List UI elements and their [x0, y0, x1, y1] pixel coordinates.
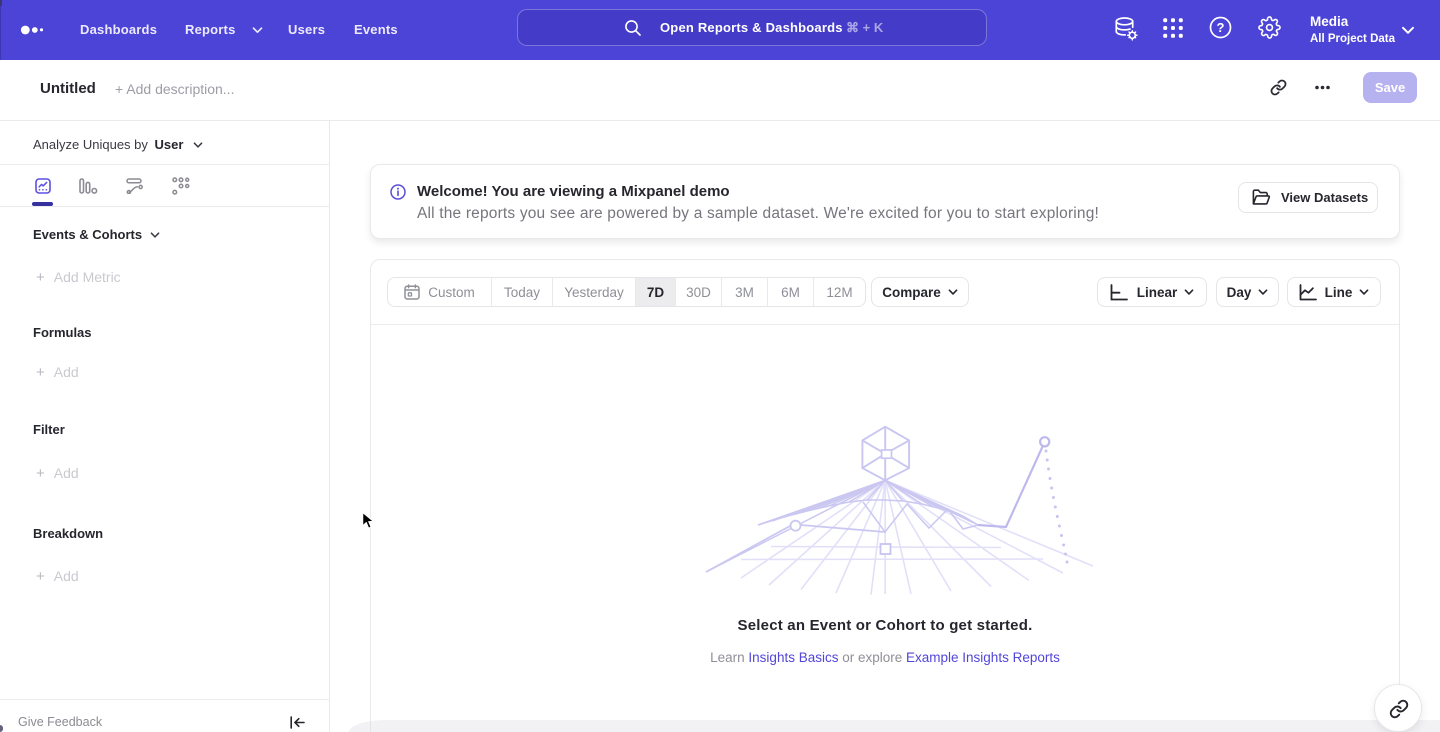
svg-text:?: ? — [1217, 20, 1225, 35]
